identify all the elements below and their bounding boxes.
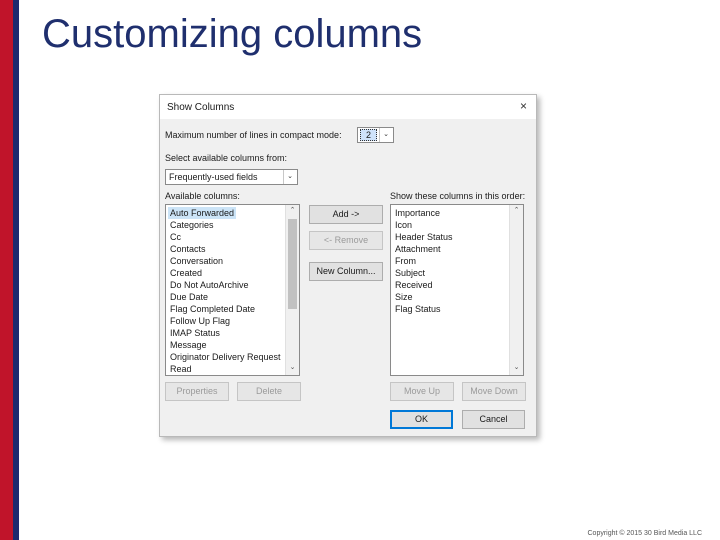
list-item[interactable]: Header Status [393,231,455,243]
list-item[interactable]: Cc [168,231,183,243]
list-item[interactable]: Flag Status [393,303,443,315]
add-button[interactable]: Add -> [309,205,383,224]
chevron-down-icon[interactable]: ⌄ [379,128,392,142]
show-columns-dialog: Show Columns × Maximum number of lines i… [159,94,537,437]
available-columns-scrollbar[interactable]: ⌃ ⌄ [285,205,299,375]
slide-accent-bar-blue [13,0,19,540]
available-columns-list[interactable]: Auto Forwarded Categories Cc Contacts Co… [165,204,300,376]
scrollbar-thumb[interactable] [288,219,297,309]
shown-columns-list[interactable]: Importance Icon Header Status Attachment… [390,204,524,376]
slide-accent-bar-red [0,0,13,540]
dialog-titlebar: Show Columns × [160,95,536,119]
list-item[interactable]: Attachment [393,243,443,255]
compact-mode-label: Maximum number of lines in compact mode: [165,130,342,140]
copyright-text: Copyright © 2015 30 Bird Media LLC [587,530,703,537]
list-item[interactable]: Icon [393,219,414,231]
remove-button[interactable]: <- Remove [309,231,383,250]
move-up-button[interactable]: Move Up [390,382,454,401]
select-from-value: Frequently-used fields [169,172,258,182]
dialog-title: Show Columns [167,102,235,113]
list-item[interactable]: Auto Forwarded [168,207,237,219]
list-item[interactable]: Flag Completed Date [168,303,257,315]
list-item[interactable]: Size [393,291,415,303]
scroll-up-icon[interactable]: ⌃ [286,205,299,217]
select-from-dropdown[interactable]: Frequently-used fields ⌄ [165,169,298,185]
new-column-button[interactable]: New Column... [309,262,383,281]
delete-button[interactable]: Delete [237,382,301,401]
scroll-down-icon[interactable]: ⌄ [286,362,299,374]
compact-mode-value: 2 [360,129,377,141]
list-item[interactable]: Contacts [168,243,208,255]
cancel-button[interactable]: Cancel [462,410,525,429]
list-item[interactable]: Follow Up Flag [168,315,232,327]
close-icon[interactable]: × [520,99,527,113]
shown-columns-label: Show these columns in this order: [390,191,526,201]
properties-button[interactable]: Properties [165,382,229,401]
list-item[interactable]: From [393,255,418,267]
scroll-up-icon[interactable]: ⌃ [510,205,523,217]
list-item[interactable]: IMAP Status [168,327,222,339]
list-item[interactable]: Due Date [168,291,210,303]
list-item[interactable]: Created [168,267,204,279]
available-columns-label: Available columns: [165,191,240,201]
list-item[interactable]: Subject [393,267,427,279]
scroll-down-icon[interactable]: ⌄ [510,362,523,374]
list-item[interactable]: Originator Delivery Request [168,351,283,363]
move-down-button[interactable]: Move Down [462,382,526,401]
shown-columns-scrollbar[interactable]: ⌃ ⌄ [509,205,523,375]
list-item[interactable]: Message [168,339,209,351]
compact-mode-dropdown[interactable]: 2 ⌄ [357,127,394,143]
list-item[interactable]: Do Not AutoArchive [168,279,251,291]
list-item[interactable]: Received [393,279,435,291]
list-item[interactable]: Conversation [168,255,225,267]
chevron-down-icon[interactable]: ⌄ [283,170,296,184]
ok-button[interactable]: OK [390,410,453,429]
list-item[interactable]: Read [168,363,194,375]
select-from-label: Select available columns from: [165,153,288,163]
list-item[interactable]: Categories [168,219,216,231]
list-item[interactable]: Importance [393,207,442,219]
slide-title: Customizing columns [42,12,423,56]
